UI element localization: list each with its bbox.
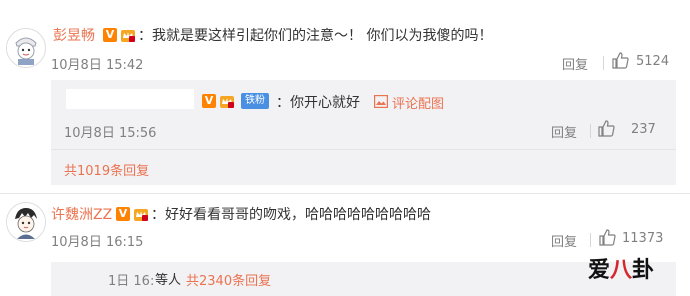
username-2[interactable]: 许魏洲ZZ: [51, 204, 112, 224]
thread-divider: [51, 149, 676, 150]
footer-others: 等人: [155, 273, 182, 288]
username-1[interactable]: 彭昱畅: [53, 25, 95, 45]
fan-badge: 铁粉: [241, 93, 269, 109]
watermark-char-3: 卦: [632, 257, 655, 283]
watermark-logo: 爱八卦: [588, 252, 654, 284]
divider-sub: [590, 124, 591, 138]
avatar-user-1[interactable]: [6, 28, 46, 68]
like-count-1: 5124: [636, 54, 670, 69]
reply-button-2[interactable]: 回复: [551, 231, 577, 250]
thumbs-up-icon[interactable]: [599, 229, 616, 246]
reply-button-sub[interactable]: 回复: [551, 122, 577, 141]
vip-crown-icon: [121, 30, 135, 42]
comment-text-2: ：好好看看哥哥的吻戏，哈哈哈哈哈哈哈哈哈: [151, 207, 431, 223]
divider-2: [590, 233, 591, 247]
avatar-image: [7, 203, 45, 241]
divider-1: [603, 56, 604, 70]
avatar-image: [7, 29, 45, 67]
redacted-area: [60, 268, 106, 288]
comment-time-2: 10月8日 16:15: [51, 235, 144, 250]
avatar-user-2[interactable]: [6, 202, 46, 242]
watermark-char-2: 八: [610, 258, 633, 283]
comment-text-1: ：我就是要这样引起你们的注意～！ 你们以为我傻的吗！: [138, 28, 493, 44]
thumbs-up-icon[interactable]: [612, 52, 629, 69]
verified-v-icon: V: [202, 94, 216, 108]
watermark-char-1: 爱: [588, 257, 611, 283]
like-count-2: 11373: [622, 231, 664, 246]
reply-time: 10月8日 15:56: [64, 126, 157, 141]
footer-prefix: 1日 16:: [108, 274, 155, 289]
reply-button-1[interactable]: 回复: [562, 54, 588, 73]
thumbs-up-icon[interactable]: [598, 120, 615, 137]
vip-crown-icon: [134, 209, 148, 221]
comment-image-link[interactable]: 评论配图: [392, 93, 444, 112]
redacted-username: [66, 89, 194, 109]
reply-text: ：你开心就好: [276, 95, 360, 111]
comment-divider: [0, 193, 690, 194]
comment-time-1: 10月8日 15:42: [51, 58, 144, 73]
vip-crown-icon: [220, 96, 234, 108]
like-count-sub: 237: [631, 122, 656, 137]
image-icon[interactable]: [374, 95, 388, 108]
verified-v-icon: V: [116, 207, 130, 221]
verified-v-icon: V: [103, 28, 117, 42]
view-all-replies-link-1[interactable]: 共1019条回复: [64, 160, 149, 179]
view-all-replies-link-2[interactable]: 共2340条回复: [186, 270, 271, 289]
